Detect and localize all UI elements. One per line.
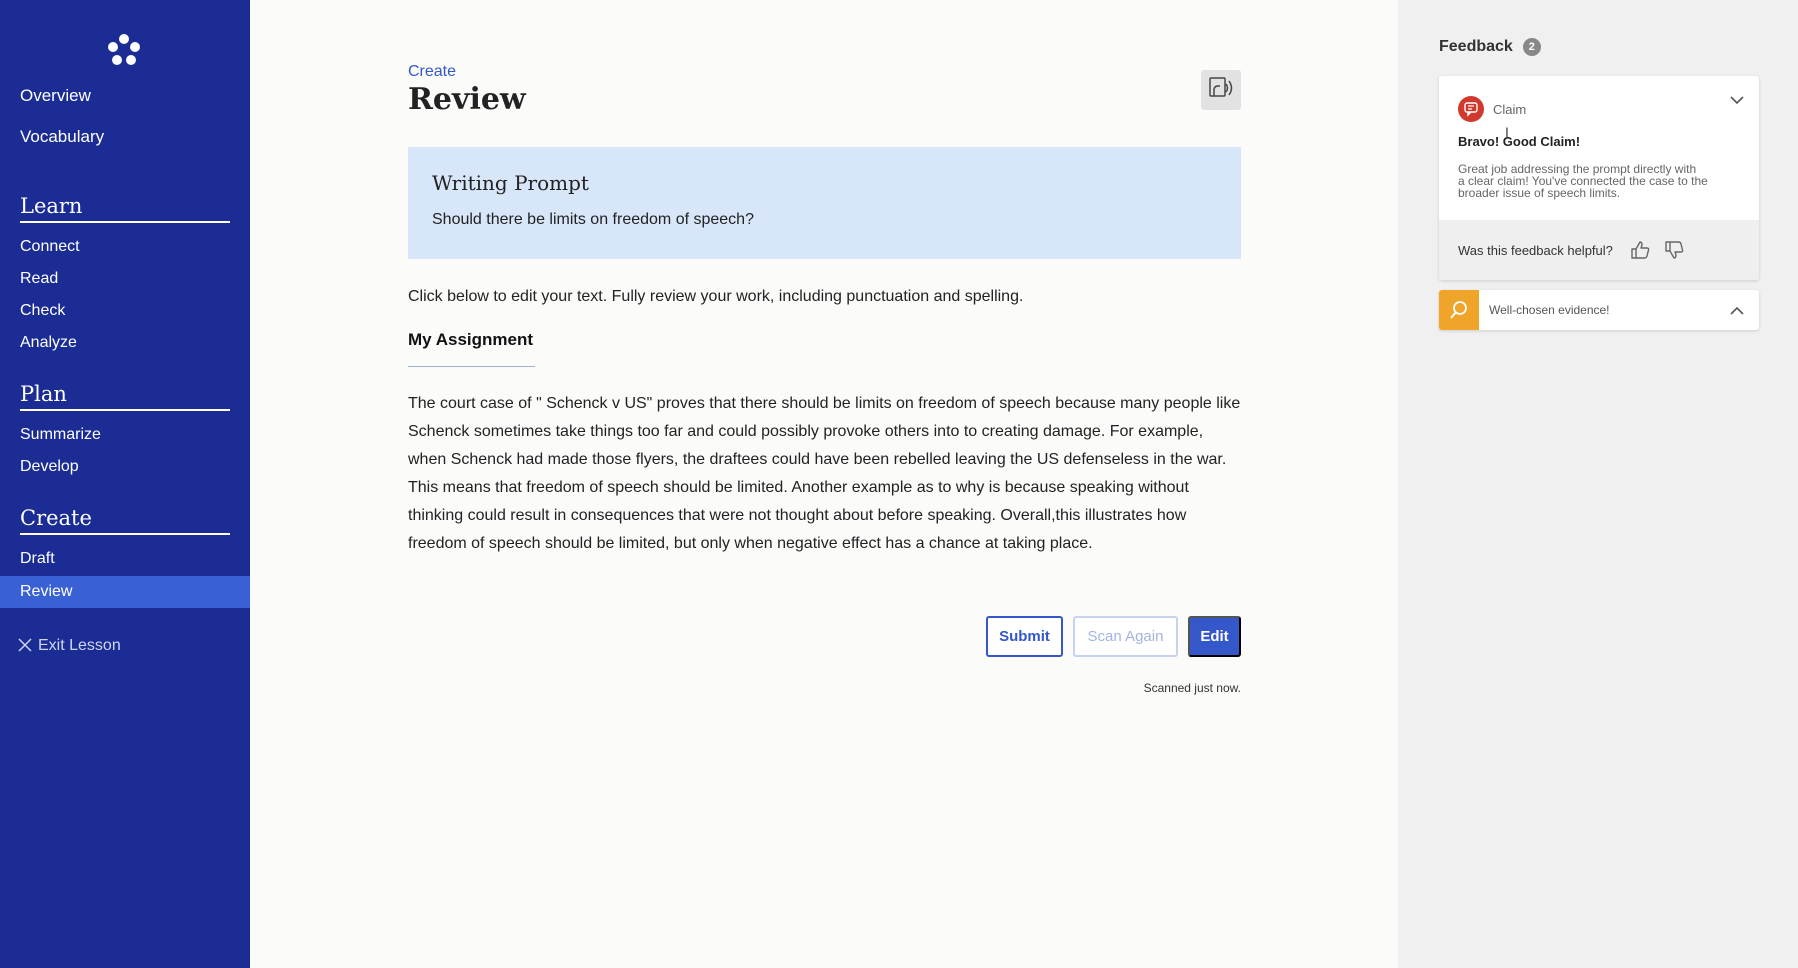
- feedback-type-label: Claim: [1493, 102, 1527, 117]
- evidence-feedback-label: Well-chosen evidence!: [1489, 303, 1610, 317]
- read-aloud-icon: [1208, 76, 1234, 105]
- assignment-heading: My Assignment: [408, 330, 535, 367]
- sidebar-item-overview[interactable]: Overview: [20, 84, 104, 125]
- chevron-down-icon[interactable]: [1729, 92, 1745, 110]
- assignment-text[interactable]: The court case of " Schenck v US" proves…: [408, 390, 1243, 558]
- essay-line: freedom of speech should be limited, but…: [408, 535, 1093, 552]
- sidebar-item-analyze[interactable]: Analyze: [20, 333, 230, 365]
- scan-status: Scanned just now.: [1143, 681, 1241, 695]
- sidebar-item-read[interactable]: Read: [20, 269, 230, 301]
- sidebar-section-plan: Plan Summarize Develop: [20, 382, 230, 489]
- feedback-count-badge: 2: [1522, 38, 1541, 56]
- feedback-header: Feedback 2: [1439, 38, 1541, 56]
- exit-lesson-button[interactable]: Exit Lesson: [18, 637, 121, 655]
- feedback-title: Feedback: [1439, 38, 1513, 55]
- essay-line: when Schenck had made those flyers, the …: [408, 451, 1227, 468]
- feedback-card-title: Bravo! Good Claim!: [1458, 134, 1581, 149]
- edit-button[interactable]: Edit: [1188, 616, 1241, 657]
- essay-line: This means that freedom of speech should…: [408, 479, 1189, 496]
- logo-icon: [104, 34, 144, 68]
- sidebar-section-create: Create Draft: [20, 506, 230, 581]
- helpful-question: Was this feedback helpful?: [1458, 242, 1613, 258]
- main-content: Create Review Writing Prompt Should ther…: [250, 0, 1398, 968]
- page-title: Review: [408, 82, 526, 117]
- writing-prompt-heading: Writing Prompt: [432, 171, 589, 195]
- section-heading-create: Create: [20, 506, 230, 535]
- sidebar-top-nav: Overview Vocabulary: [20, 84, 104, 166]
- chevron-up-icon[interactable]: [1729, 303, 1745, 321]
- essay-line: The court case of " Schenck v US" proves…: [408, 395, 1241, 412]
- essay-line: thinking could result in consequences th…: [408, 507, 1187, 524]
- sidebar-item-develop[interactable]: Develop: [20, 457, 230, 489]
- exit-lesson-label: Exit Lesson: [38, 637, 121, 654]
- feedback-card-claim: Claim Bravo! Good Claim! Great job addre…: [1439, 76, 1759, 280]
- thumbs-up-icon[interactable]: [1629, 239, 1651, 261]
- thumbs-down-icon[interactable]: [1663, 239, 1685, 261]
- sidebar-item-check[interactable]: Check: [20, 301, 230, 333]
- read-aloud-button[interactable]: [1201, 70, 1241, 110]
- sidebar-section-learn: Learn Connect Read Check Analyze: [20, 194, 230, 365]
- sidebar-item-vocabulary[interactable]: Vocabulary: [20, 125, 104, 166]
- magnifier-icon: [1439, 290, 1479, 330]
- scan-again-button[interactable]: Scan Again: [1073, 616, 1178, 657]
- sidebar: Overview Vocabulary Learn Connect Read C…: [0, 0, 250, 968]
- sidebar-item-review-active: Review: [0, 576, 250, 608]
- sidebar-item-review[interactable]: Review: [0, 576, 250, 608]
- close-icon: [18, 638, 32, 654]
- text-cursor-icon: I: [1505, 124, 1509, 140]
- edit-instructions: Click below to edit your text. Fully rev…: [408, 288, 1024, 305]
- submit-button[interactable]: Submit: [986, 616, 1063, 657]
- feedback-body-line: broader issue of speech limits.: [1458, 186, 1621, 200]
- feedback-card-body: Great job addressing the prompt directly…: [1458, 163, 1748, 199]
- breadcrumb[interactable]: Create: [408, 63, 456, 81]
- section-heading-learn: Learn: [20, 194, 230, 223]
- feedback-panel: Feedback 2 Claim Bravo! Good Claim! Grea…: [1398, 0, 1798, 968]
- feedback-card-evidence[interactable]: Well-chosen evidence!: [1439, 290, 1759, 330]
- essay-line: Schenck sometimes take things too far an…: [408, 423, 1204, 440]
- writing-prompt-question: Should there be limits on freedom of spe…: [432, 211, 754, 228]
- sidebar-item-connect[interactable]: Connect: [20, 237, 230, 269]
- chat-bubble-icon: [1458, 96, 1484, 122]
- section-heading-plan: Plan: [20, 382, 230, 411]
- sidebar-item-summarize[interactable]: Summarize: [20, 425, 230, 457]
- writing-prompt: Writing Prompt Should there be limits on…: [408, 147, 1241, 259]
- feedback-helpful-row: Was this feedback helpful?: [1439, 220, 1759, 280]
